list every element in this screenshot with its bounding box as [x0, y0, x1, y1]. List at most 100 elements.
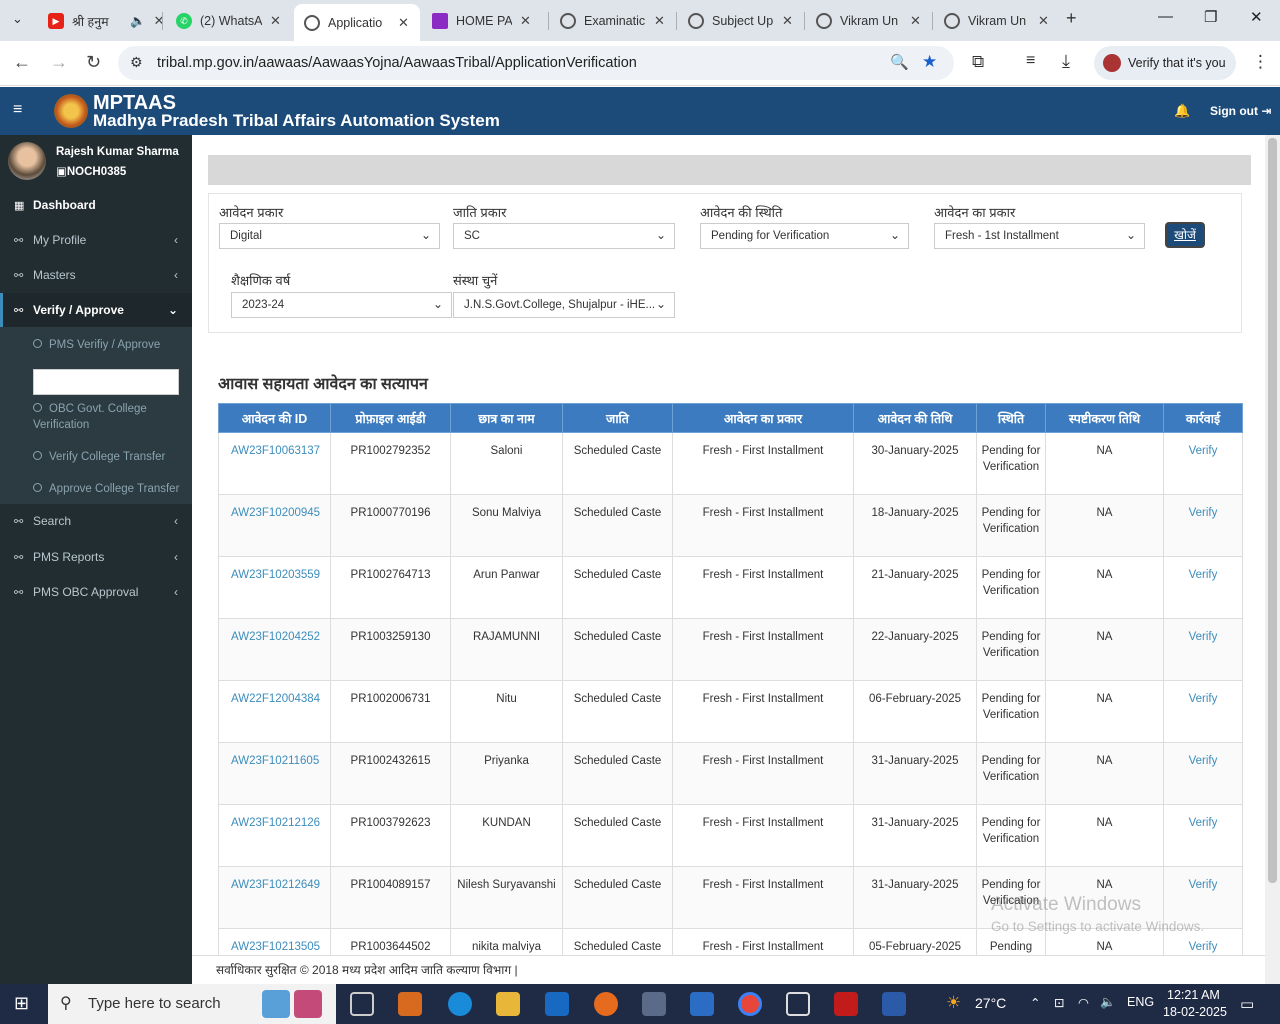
menu-kebab-icon[interactable]: ⋮ — [1252, 52, 1269, 72]
browser-tab-active[interactable]: Applicatio ✕ — [294, 4, 420, 41]
kind-select[interactable]: Fresh - 1st Installment ⌄ — [934, 223, 1145, 249]
browser-tab[interactable]: Vikram Un ✕ — [934, 5, 1059, 37]
submenu-aawaas-verification[interactable]: Aawaas Verification — [33, 369, 180, 395]
restore-icon[interactable]: ❐ — [1204, 8, 1217, 26]
submenu-approve-college-transfer[interactable]: Approve College Transfer — [33, 481, 179, 497]
sidebar-item-search[interactable]: ⚯ Search ‹ — [0, 504, 192, 538]
close-icon[interactable]: ✕ — [910, 13, 921, 29]
column-header[interactable]: आवेदन की तिथि — [853, 403, 977, 433]
network-icon[interactable]: ⊡ — [1054, 995, 1064, 1010]
sidebar-item-masters[interactable]: ⚯ Masters ‹ — [0, 258, 192, 292]
copilot-icon[interactable] — [398, 992, 422, 1016]
site-info-icon[interactable]: ⚙ — [130, 54, 143, 71]
submenu-verify-college-transfer[interactable]: Verify College Transfer — [33, 449, 165, 465]
store-icon[interactable] — [690, 992, 714, 1016]
chevron-up-icon[interactable]: ⌃ — [1030, 995, 1040, 1010]
sidebar-item-pms-obc-approval[interactable]: ⚯ PMS OBC Approval ‹ — [0, 575, 192, 609]
verify-link[interactable]: Verify — [1163, 680, 1243, 743]
address-bar[interactable]: ⚙ tribal.mp.gov.in/aawaas/AawaasYojna/Aa… — [118, 46, 954, 80]
clock-time[interactable]: 12:21 AM — [1167, 988, 1220, 1002]
close-icon[interactable]: ✕ — [1038, 13, 1049, 29]
tab-search-icon[interactable]: ⌄ — [12, 11, 23, 27]
application-id-link[interactable]: AW23F10203559 — [218, 556, 331, 619]
browser-tab[interactable]: Vikram Un ✕ — [806, 5, 931, 37]
verify-link[interactable]: Verify — [1163, 742, 1243, 805]
column-header[interactable]: प्रोफ़ाइल आईडी — [330, 403, 451, 433]
minimize-icon[interactable]: — — [1158, 8, 1173, 25]
hamburger-icon[interactable]: ≡ — [13, 101, 22, 119]
weather-icon[interactable]: ☀ — [946, 993, 961, 1013]
volume-icon[interactable]: 🔈 — [1100, 995, 1116, 1010]
browser-tab[interactable]: ✆ (2) WhatsA ✕ — [166, 5, 291, 37]
media-icon[interactable]: ≡ — [1026, 52, 1035, 70]
forward-icon[interactable]: → — [50, 52, 68, 73]
application-id-link[interactable]: AW23F10211605 — [218, 742, 331, 805]
close-icon[interactable]: ✕ — [782, 13, 793, 29]
verify-link[interactable]: Verify — [1163, 556, 1243, 619]
browser-tab[interactable]: Subject Up ✕ — [678, 5, 803, 37]
reload-icon[interactable]: ↻ — [86, 52, 101, 73]
close-icon[interactable]: ✕ — [654, 13, 665, 29]
verify-link[interactable]: Verify — [1163, 804, 1243, 867]
task-view-icon[interactable] — [350, 992, 374, 1016]
column-header[interactable]: जाति — [562, 403, 673, 433]
application-id-link[interactable]: AW23F10200945 — [218, 494, 331, 557]
calculator-icon[interactable] — [642, 992, 666, 1016]
edge-icon[interactable] — [448, 992, 472, 1016]
wifi-icon[interactable]: ◠ — [1078, 995, 1089, 1010]
scrollbar-thumb[interactable] — [1268, 138, 1277, 883]
submenu-obc-college-verification[interactable]: OBC Govt. College Verification — [33, 401, 163, 433]
column-header[interactable]: स्पष्टीकरण तिथि — [1045, 403, 1164, 433]
file-explorer-icon[interactable] — [496, 992, 520, 1016]
chrome-icon[interactable] — [738, 992, 762, 1016]
application-id-link[interactable]: AW23F10212126 — [218, 804, 331, 867]
language-indicator[interactable]: ENG — [1127, 995, 1154, 1009]
close-window-icon[interactable]: ✕ — [1250, 8, 1263, 26]
windows-start-icon[interactable]: ⊞ — [14, 993, 29, 1014]
firefox-icon[interactable] — [594, 992, 618, 1016]
application-id-link[interactable]: AW23F10204252 — [218, 618, 331, 681]
browser-tab[interactable]: Examinatic ✕ — [550, 5, 675, 37]
column-header[interactable]: आवेदन का प्रकार — [672, 403, 854, 433]
clock-date[interactable]: 18-02-2025 — [1163, 1005, 1227, 1019]
caste-select[interactable]: SC ⌄ — [453, 223, 675, 249]
taskbar-search-box[interactable]: ⚲ Type here to search — [48, 984, 336, 1024]
back-icon[interactable]: ← — [13, 52, 31, 73]
institution-select[interactable]: J.N.S.Govt.College, Shujalpur - iHE... ⌄ — [453, 292, 675, 318]
new-tab-plus-icon[interactable]: + — [1066, 8, 1077, 29]
column-header[interactable]: आवेदन की ID — [218, 403, 331, 433]
profile-verify-chip[interactable]: Verify that it's you — [1094, 46, 1236, 80]
browser-tab[interactable]: HOME PA ✕ — [422, 5, 541, 37]
search-button[interactable]: खोजें — [1165, 222, 1205, 248]
close-icon[interactable]: ✕ — [520, 13, 531, 29]
zoom-icon[interactable]: 🔍 — [890, 53, 909, 71]
column-header[interactable]: छात्र का नाम — [450, 403, 563, 433]
notifications-icon[interactable]: ▭ — [1240, 995, 1254, 1013]
outlook-icon[interactable] — [545, 992, 569, 1016]
column-header[interactable]: कार्रवाई — [1163, 403, 1243, 433]
status-select[interactable]: Pending for Verification ⌄ — [700, 223, 909, 249]
bookmark-star-icon[interactable]: ★ — [922, 52, 937, 72]
weather-temp[interactable]: 27°C — [975, 995, 1006, 1011]
download-icon[interactable]: ⤓ — [1062, 51, 1070, 72]
remote-desktop-icon[interactable] — [786, 992, 810, 1016]
extensions-icon[interactable]: ⧉ — [972, 52, 984, 72]
bell-icon[interactable]: 🔔 — [1174, 103, 1190, 119]
application-id-link[interactable]: AW23F10063137 — [218, 432, 331, 495]
app-type-select[interactable]: Digital ⌄ — [219, 223, 440, 249]
sign-out-link[interactable]: Sign out ⇥ — [1210, 104, 1271, 118]
close-icon[interactable]: ✕ — [270, 13, 281, 29]
column-header[interactable]: स्थिति — [976, 403, 1046, 433]
submenu-pms-verify[interactable]: PMS Verifiy / Approve — [33, 337, 160, 353]
verify-link[interactable]: Verify — [1163, 432, 1243, 495]
sidebar-item-dashboard[interactable]: ▦ Dashboard — [0, 188, 192, 222]
sidebar-item-pms-reports[interactable]: ⚯ PMS Reports ‹ — [0, 540, 192, 574]
application-id-link[interactable]: AW23F10212649 — [218, 866, 331, 929]
url-text[interactable]: tribal.mp.gov.in/aawaas/AawaasYojna/Aawa… — [157, 55, 637, 71]
browser-tab[interactable]: ▶ श्री हनुम 🔈 ✕ — [38, 5, 174, 37]
word-icon[interactable] — [882, 992, 906, 1016]
acrobat-icon[interactable] — [834, 992, 858, 1016]
speaker-icon[interactable]: 🔈 — [130, 14, 146, 29]
close-icon[interactable]: ✕ — [398, 15, 409, 31]
verify-link[interactable]: Verify — [1163, 618, 1243, 681]
